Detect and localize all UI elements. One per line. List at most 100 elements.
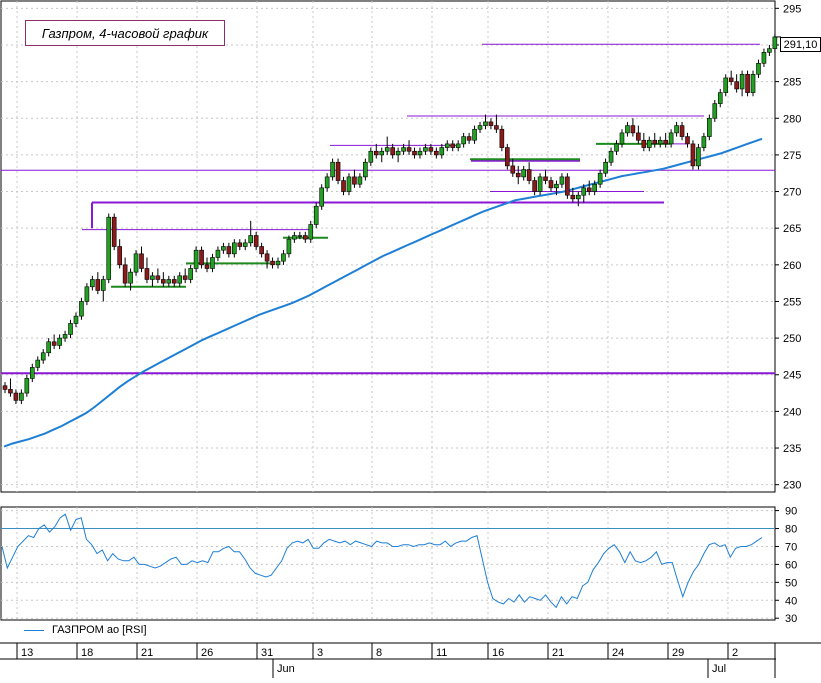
candle-body bbox=[302, 235, 308, 240]
candle-body bbox=[117, 246, 122, 266]
candle-body bbox=[646, 139, 652, 148]
candle-body bbox=[450, 143, 456, 148]
candle-body bbox=[346, 176, 352, 192]
candle-body bbox=[406, 147, 412, 152]
candle-body bbox=[226, 246, 232, 255]
candle-body bbox=[171, 279, 177, 284]
candle-body bbox=[537, 176, 543, 192]
candle-body bbox=[144, 268, 150, 280]
candle-body bbox=[35, 359, 41, 368]
candle-body bbox=[335, 161, 341, 181]
candle-body bbox=[150, 275, 155, 280]
rsi-tick-label: 70 bbox=[785, 541, 797, 553]
date-label: 11 bbox=[436, 647, 447, 659]
candle-body bbox=[603, 161, 608, 174]
candle-body bbox=[297, 235, 303, 237]
rsi-legend-label: ГАЗПРОМ ао [RSI] bbox=[52, 624, 147, 636]
price-tick-label: 260 bbox=[783, 260, 801, 272]
price-tick-label: 295 bbox=[783, 3, 801, 15]
candle-body bbox=[155, 275, 161, 280]
candle bbox=[193, 246, 199, 273]
candle-body bbox=[319, 187, 324, 207]
candle-body bbox=[79, 301, 84, 317]
candle-body bbox=[444, 143, 450, 148]
candle-body bbox=[193, 249, 199, 269]
candle-body bbox=[739, 73, 745, 90]
candle-body bbox=[515, 172, 521, 178]
date-label: 18 bbox=[81, 647, 93, 659]
date-label: 13 bbox=[21, 647, 33, 659]
candle-body bbox=[483, 121, 488, 126]
price-tick-label: 285 bbox=[783, 77, 801, 89]
candle-body bbox=[286, 238, 292, 255]
candle-body bbox=[772, 36, 778, 49]
candle-body bbox=[472, 128, 477, 141]
candle bbox=[505, 143, 510, 170]
price-tick-label: 245 bbox=[783, 370, 801, 382]
candle-body bbox=[761, 51, 767, 64]
candle-body bbox=[586, 187, 592, 192]
candle-body bbox=[510, 165, 516, 174]
rsi-tick-label: 80 bbox=[785, 524, 797, 536]
candle-body bbox=[161, 279, 166, 284]
candle-body bbox=[434, 150, 439, 156]
candle-body bbox=[51, 341, 57, 346]
candle-body bbox=[767, 48, 772, 53]
date-label: 24 bbox=[612, 647, 624, 659]
candle-body bbox=[8, 389, 13, 394]
rsi-tick-label: 40 bbox=[785, 595, 797, 607]
candle-body bbox=[554, 183, 559, 189]
candle-body bbox=[608, 150, 614, 163]
month-label: Jun bbox=[277, 663, 295, 675]
candle-body bbox=[679, 125, 685, 137]
date-label: 8 bbox=[376, 647, 382, 659]
candle bbox=[690, 140, 696, 170]
candle bbox=[565, 173, 570, 199]
candle-body bbox=[668, 132, 674, 145]
candle-body bbox=[734, 81, 739, 90]
candle-body bbox=[619, 132, 625, 145]
candle-body bbox=[745, 73, 750, 93]
date-label: 31 bbox=[261, 647, 273, 659]
candle-body bbox=[177, 275, 183, 284]
price-tick-label: 270 bbox=[783, 187, 801, 199]
candle-body bbox=[723, 77, 729, 93]
candle-body bbox=[707, 117, 712, 137]
candle-body bbox=[29, 367, 35, 379]
price-tick-label: 275 bbox=[783, 150, 801, 162]
candle-body bbox=[281, 253, 286, 262]
candle-body bbox=[188, 268, 193, 280]
candle-body bbox=[46, 341, 51, 354]
candle-body bbox=[253, 235, 259, 247]
rsi-legend: ГАЗПРОМ ао [RSI] bbox=[24, 624, 147, 636]
candle-body bbox=[696, 147, 701, 167]
date-label: 21 bbox=[552, 647, 564, 659]
candle bbox=[111, 213, 117, 251]
chart-title: Газпром, 4-часовой график bbox=[25, 20, 225, 46]
price-tick-label: 240 bbox=[783, 406, 801, 418]
candle bbox=[319, 184, 324, 210]
candle-body bbox=[712, 103, 718, 119]
candle-body bbox=[368, 150, 374, 163]
candle-body bbox=[494, 125, 499, 130]
candle-body bbox=[73, 315, 79, 324]
candle-body bbox=[570, 194, 576, 200]
candle-body bbox=[428, 147, 434, 152]
candle-body bbox=[505, 147, 510, 167]
price-tick-label: 255 bbox=[783, 296, 801, 308]
candle-body bbox=[373, 150, 379, 156]
candle-body bbox=[559, 176, 565, 185]
candle-body bbox=[663, 139, 668, 145]
candle-body bbox=[412, 150, 417, 156]
candle-body bbox=[499, 128, 505, 148]
candle-body bbox=[95, 279, 101, 291]
candle-body bbox=[259, 246, 264, 255]
candle-body bbox=[477, 125, 483, 130]
candle-body bbox=[341, 180, 346, 192]
candle-body bbox=[275, 260, 281, 266]
candle bbox=[499, 125, 505, 152]
candle-body bbox=[690, 143, 696, 167]
candle bbox=[133, 250, 139, 276]
candle bbox=[313, 202, 319, 229]
price-tick-label: 230 bbox=[783, 480, 801, 492]
